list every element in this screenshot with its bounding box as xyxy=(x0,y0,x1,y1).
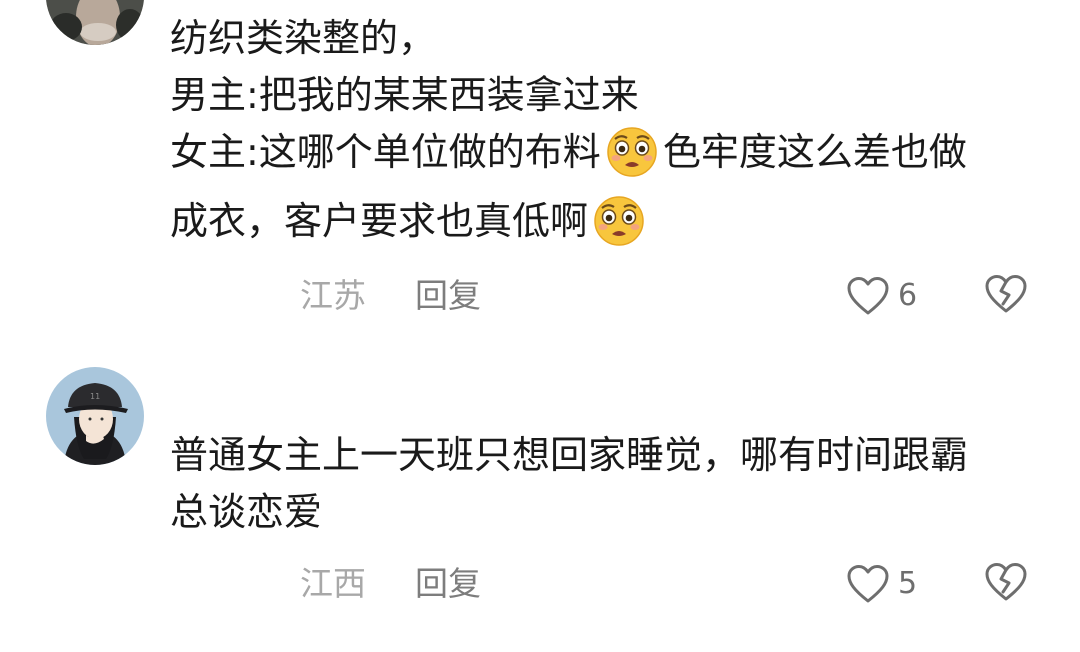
heart-outline-icon xyxy=(847,277,889,315)
comment-line: 男主:把我的某某西装拿过来 xyxy=(170,73,639,117)
comment-text-segment: 成衣，客户要求也真低啊 xyxy=(170,199,589,243)
comment-item: 纺织类染整的， 男主:把我的某某西装拿过来 女主:这哪个单位做的布料 色牢度这么… xyxy=(0,0,1080,330)
comment-body: 普通女主上一天班只想回家睡觉，哪有时间跟霸 总谈恋爱 xyxy=(170,427,1050,541)
dislike-button[interactable] xyxy=(984,562,1028,606)
comment-item: 11 普通女主上一天班只想回家睡觉，哪有时间跟霸 总谈恋爱 江西 回复 5 xyxy=(0,355,1080,652)
comment-line-with-emoji: 成衣，客户要求也真低啊 xyxy=(170,193,1050,262)
user-avatar-cat-icon[interactable] xyxy=(46,0,144,45)
reply-button[interactable]: 回复 xyxy=(415,564,481,604)
comment-meta-row: 江苏 回复 6 xyxy=(0,270,1080,320)
broken-heart-icon xyxy=(985,563,1027,601)
comment-text-segment: 女主:这哪个单位做的布料 xyxy=(170,130,601,174)
comment-list: 纺织类染整的， 男主:把我的某某西装拿过来 女主:这哪个单位做的布料 色牢度这么… xyxy=(0,0,1080,652)
comment-meta-row: 江西 回复 5 xyxy=(0,558,1080,608)
reply-button[interactable]: 回复 xyxy=(415,276,481,316)
comment-line: 普通女主上一天班只想回家睡觉，哪有时间跟霸 xyxy=(170,433,969,477)
dislike-button[interactable] xyxy=(984,274,1028,318)
comment-line: 总谈恋爱 xyxy=(170,490,323,534)
broken-heart-icon xyxy=(985,275,1027,313)
pleading-face-emoji-icon xyxy=(603,125,661,193)
like-count: 6 xyxy=(898,278,918,313)
svg-text:11: 11 xyxy=(90,392,100,401)
like-button[interactable]: 5 xyxy=(846,562,936,606)
location-label: 江苏 xyxy=(300,276,366,315)
comment-body: 纺织类染整的， 男主:把我的某某西装拿过来 女主:这哪个单位做的布料 色牢度这么… xyxy=(170,10,1050,262)
like-count: 5 xyxy=(898,566,918,601)
pleading-face-emoji-icon xyxy=(590,194,648,262)
comment-text-segment: 色牢度这么差也做 xyxy=(662,130,967,174)
heart-outline-icon xyxy=(847,565,889,603)
comment-line: 纺织类染整的， xyxy=(170,16,437,60)
like-button[interactable]: 6 xyxy=(846,274,936,318)
location-label: 江西 xyxy=(300,564,366,603)
comment-line-with-emoji: 女主:这哪个单位做的布料 色牢度这么差也做 xyxy=(170,124,1050,193)
user-avatar-girl-cap-icon[interactable]: 11 xyxy=(46,367,144,465)
